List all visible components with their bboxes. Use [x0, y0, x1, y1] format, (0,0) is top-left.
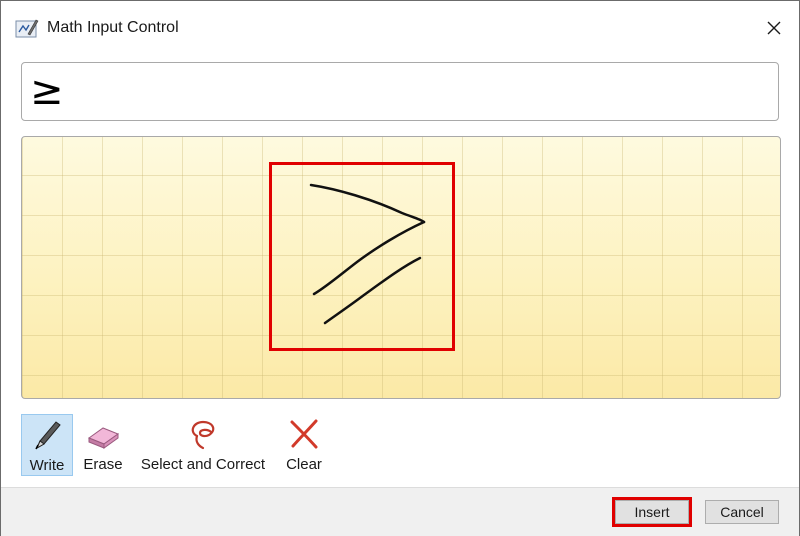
lasso-icon — [191, 420, 215, 450]
ink-stroke-middle — [312, 220, 426, 296]
erase-tool-label: Erase — [83, 456, 123, 473]
ink-strokes — [309, 183, 426, 325]
ink-stroke-upper — [309, 183, 426, 224]
select-and-correct-tool-label: Select and Correct — [140, 456, 266, 473]
math-input-window: Math Input Control ≥ Write Erase Select … — [0, 0, 800, 536]
close-button[interactable] — [759, 13, 789, 43]
ink-stroke-lower — [323, 256, 422, 325]
recognized-symbol: ≥ — [30, 68, 64, 114]
title-bar: Math Input Control — [1, 1, 799, 57]
eraser-icon — [87, 427, 120, 449]
math-input-app-icon — [15, 17, 39, 41]
cancel-button[interactable]: Cancel — [705, 500, 779, 524]
insert-button[interactable]: Insert — [615, 500, 689, 524]
tool-bar: Write Erase Select and Correct Clear — [1, 406, 799, 486]
dialog-footer: Insert Cancel — [1, 487, 799, 536]
pen-icon — [35, 421, 61, 450]
clear-tool-label: Clear — [286, 456, 322, 473]
select-and-correct-tool-button[interactable]: Select and Correct — [135, 414, 271, 476]
close-icon — [767, 21, 781, 35]
write-tool-label: Write — [29, 457, 65, 474]
recognized-preview-box[interactable]: ≥ — [21, 62, 779, 121]
writing-canvas[interactable] — [21, 136, 781, 399]
window-title: Math Input Control — [47, 19, 179, 36]
clear-tool-button[interactable]: Clear — [281, 414, 327, 476]
clear-x-icon — [290, 419, 318, 449]
write-tool-button[interactable]: Write — [21, 414, 73, 476]
erase-tool-button[interactable]: Erase — [79, 414, 127, 476]
